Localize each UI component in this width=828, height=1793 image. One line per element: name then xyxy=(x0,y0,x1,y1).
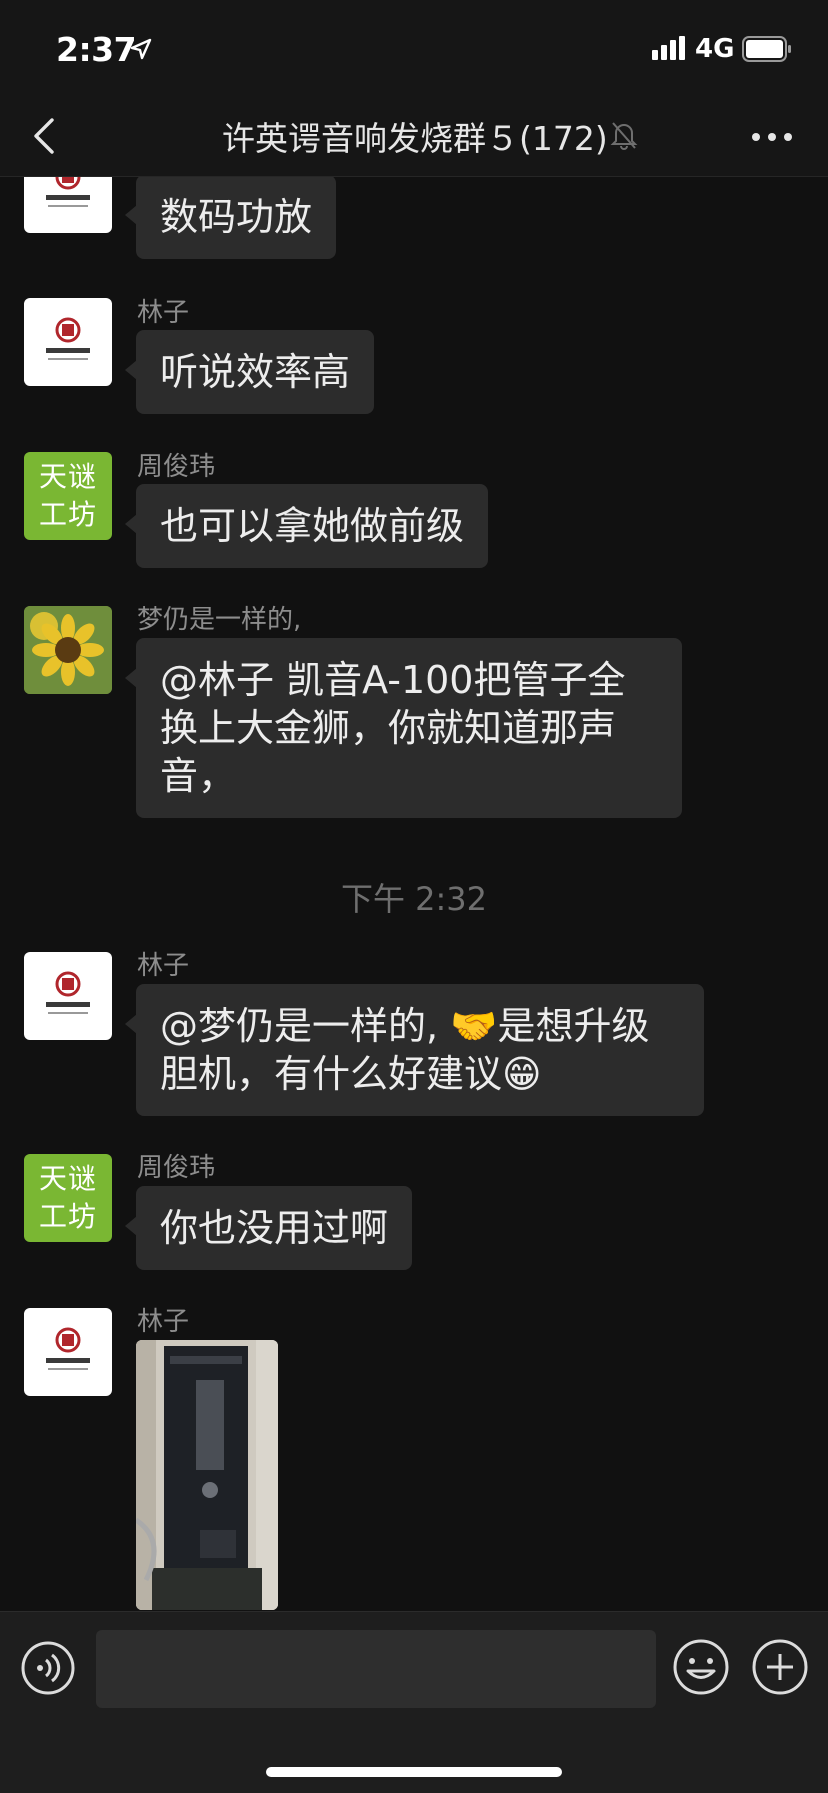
sender-name: 周俊玮 xyxy=(137,1153,216,1183)
mute-bell-icon xyxy=(610,122,638,150)
avatar[interactable] xyxy=(24,298,112,386)
avatar[interactable] xyxy=(24,1308,112,1396)
status-bar: 2:37 4G xyxy=(0,0,828,100)
avatar[interactable]: 天谜 工坊 xyxy=(24,452,112,540)
message-bubble[interactable]: @林子 凯音A-100把管子全换上大金狮，你就知道那声音， xyxy=(125,638,682,818)
signal-icon xyxy=(652,36,685,60)
home-indicator[interactable] xyxy=(266,1767,562,1777)
battery-icon xyxy=(742,36,791,62)
company-logo-icon xyxy=(46,971,90,1014)
chat-title: 许英谔音响发烧群５(172) xyxy=(222,119,608,158)
message-bubble[interactable]: @梦仍是一样的, 🤝是想升级胆机，有什么好建议😁 xyxy=(125,984,704,1116)
image-message[interactable] xyxy=(136,1340,278,1610)
sender-name: 周俊玮 xyxy=(137,452,216,482)
message-list[interactable]: 数码功放 林子 听说效率高 天谜 工坊 周俊玮 也可以拿她做前级 梦仍是一样的,… xyxy=(0,177,828,1611)
company-logo-icon xyxy=(46,317,90,360)
company-logo-icon xyxy=(46,177,90,207)
status-time: 2:37 xyxy=(56,30,137,69)
network-type: 4G xyxy=(695,34,735,64)
avatar[interactable] xyxy=(24,952,112,1040)
message-bubble[interactable]: 也可以拿她做前级 xyxy=(124,484,489,568)
message-bubble[interactable]: 听说效率高 xyxy=(124,330,375,414)
back-arrow-icon[interactable] xyxy=(30,114,60,158)
message-input[interactable] xyxy=(96,1630,656,1708)
more-options-icon[interactable] xyxy=(748,122,796,152)
message-bubble[interactable]: 数码功放 xyxy=(124,177,337,259)
company-logo-icon xyxy=(46,1327,90,1370)
message-bubble[interactable]: 你也没用过啊 xyxy=(124,1186,413,1270)
amplifier-photo-icon xyxy=(136,1340,278,1610)
avatar[interactable]: 天谜 工坊 xyxy=(24,1154,112,1242)
avatar[interactable] xyxy=(24,606,112,694)
sunflower-icon xyxy=(24,606,112,694)
sender-name: 林子 xyxy=(137,298,190,328)
avatar[interactable] xyxy=(24,177,112,233)
input-bar xyxy=(0,1611,828,1793)
emoji-icon[interactable] xyxy=(672,1638,730,1696)
sender-name: 梦仍是一样的, xyxy=(137,605,302,635)
plus-icon[interactable] xyxy=(751,1638,809,1696)
timestamp-divider: 下午 2:32 xyxy=(340,880,488,918)
chat-header: 许英谔音响发烧群５(172) xyxy=(0,100,828,177)
sender-name: 林子 xyxy=(137,951,190,981)
sender-name: 林子 xyxy=(137,1307,190,1337)
location-arrow-icon xyxy=(130,38,152,60)
voice-input-icon[interactable] xyxy=(20,1640,76,1696)
